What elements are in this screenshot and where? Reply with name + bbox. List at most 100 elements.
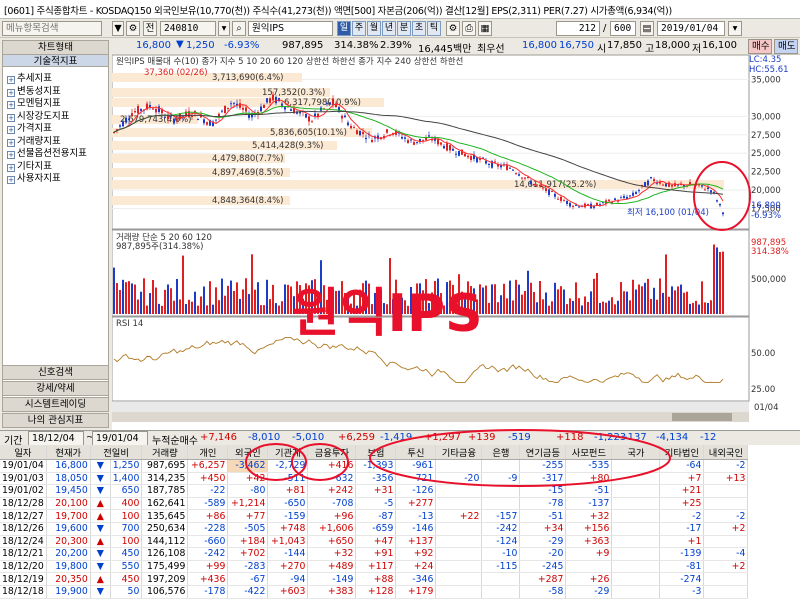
settings-gear-icon[interactable]: ⚙ <box>126 21 140 36</box>
table-cell: -115 <box>481 560 521 574</box>
column-header[interactable]: 전일비 <box>90 445 143 460</box>
stock-name: 원익IPS <box>248 21 333 36</box>
turnover-rate: 2.39% <box>380 40 412 51</box>
table-cell: 162,641 <box>141 497 189 511</box>
tab-5[interactable]: 초 <box>412 21 426 36</box>
code-dropdown-icon[interactable]: ▾ <box>218 21 230 36</box>
chart-gear-icon[interactable]: ⚙ <box>446 21 460 36</box>
column-header[interactable]: 은행 <box>481 445 521 460</box>
sell-button[interactable]: 매도 <box>774 39 798 54</box>
volume-bar <box>209 281 211 314</box>
table-cell: -2 <box>659 509 705 523</box>
candle-body <box>134 111 136 113</box>
table-cell: +650 <box>307 535 357 549</box>
candle-body <box>329 102 331 105</box>
tab-2[interactable]: 월 <box>367 21 381 36</box>
stock-code-input[interactable] <box>160 21 216 36</box>
candle-body <box>359 130 361 136</box>
chart-settings-icon[interactable]: ▼ <box>112 21 124 36</box>
volume-bar <box>722 251 724 314</box>
my-indicator-button[interactable]: 나의 관심지표 <box>2 413 109 428</box>
stock-chart[interactable]: 3,713,690(6.4%) 157,352(0.3%) 6,317,798(10… <box>111 54 800 430</box>
table-row[interactable]: 18/12/20 19,800 ▼ 550 175,499 +99 -283 +270 +489… <box>0 560 749 574</box>
table-cell: -20 <box>519 547 567 561</box>
column-header[interactable]: 금융투자 <box>307 445 357 460</box>
chart-type-button[interactable]: 차트형태 <box>2 40 109 55</box>
table-cell: -511 <box>267 472 309 486</box>
volume-bar <box>239 298 241 314</box>
tab-4[interactable]: 분 <box>397 21 411 36</box>
system-trading-button[interactable]: 시스템트레이딩 <box>2 397 109 412</box>
table-row[interactable]: 19/01/03 18,050 ▼ 1,400 314,235 +450 +42 -511 -6… <box>0 472 749 486</box>
date-calendar-icon[interactable]: ▾ <box>728 21 742 36</box>
table-cell: +270 <box>267 560 309 574</box>
tab-3[interactable]: 년 <box>382 21 396 36</box>
calendar-icon[interactable]: ▤ <box>640 21 654 36</box>
table-row[interactable]: 19/01/02 19,450 ▼ 650 187,785 -22 -80 +81 +242 +3… <box>0 484 749 498</box>
tab-0[interactable]: 일 <box>337 21 351 36</box>
volume-profile-label: 4,479,880(7.7%) <box>212 154 284 164</box>
table-row[interactable]: 18/12/24 20,300 ▲ 100 144,112 -660 +184 +1,043 +… <box>0 535 749 549</box>
table-cell: 19/01/02 <box>0 484 47 498</box>
column-header[interactable]: 일자 <box>0 445 47 460</box>
column-header[interactable]: 사모펀드 <box>565 445 613 460</box>
table-cell: 18,050 <box>46 472 91 486</box>
print-icon[interactable]: ⎙ <box>462 21 476 36</box>
candle-body <box>233 102 235 104</box>
column-header[interactable]: 외국인 <box>227 445 269 460</box>
table-row[interactable]: 18/12/28 20,100 ▲ 400 162,641 -589 +1,214 -650-… <box>0 497 749 511</box>
candle-body <box>542 187 544 189</box>
table-row[interactable]: 18/12/18 19,900 ▼ 50 106,576 -178 -422 +603 +383… <box>0 585 749 599</box>
from-date-input[interactable]: 18/12/04 <box>28 431 84 446</box>
volume-profile-label: 157,352(0.3%) <box>262 88 325 98</box>
column-header[interactable]: 기관계 <box>267 445 309 460</box>
column-header[interactable]: 기타법인 <box>659 445 705 460</box>
column-header[interactable]: 투신 <box>395 445 437 460</box>
table-row[interactable]: 19/01/04 16,800 ▼ 1,250 987,695 +6,257 -3,462-… <box>0 459 749 473</box>
volume-bar <box>518 284 520 314</box>
table-row[interactable]: 18/12/26 19,600 ▼ 700 250,634 -228 -505 +748 +1,… <box>0 522 749 536</box>
candle-body <box>164 116 166 118</box>
bid-price: 16,750 <box>559 40 594 51</box>
menu-search-input[interactable] <box>2 21 102 36</box>
candle-body <box>554 193 556 197</box>
strength-button[interactable]: 강세/약세 <box>2 381 109 396</box>
search-icon[interactable]: ⌕ <box>232 21 246 36</box>
buy-button[interactable]: 매수 <box>748 39 772 54</box>
column-header[interactable]: 현재가 <box>46 445 91 460</box>
scrollbar-thumb[interactable] <box>672 413 732 421</box>
expand-icon[interactable]: + <box>7 176 15 184</box>
price-tick: 27,500 <box>751 131 781 141</box>
layout-icon[interactable]: ▦ <box>478 21 492 36</box>
column-header[interactable]: 연기금등 <box>519 445 567 460</box>
column-header[interactable]: 개인 <box>187 445 229 460</box>
column-header[interactable]: 내외국인 <box>703 445 749 460</box>
signal-search-button[interactable]: 신호검색 <box>2 365 109 380</box>
period-select[interactable]: 전 <box>143 21 157 36</box>
count-separator: / <box>603 23 607 34</box>
volume-bar <box>524 290 526 314</box>
column-header[interactable]: 거래량 <box>141 445 189 460</box>
table-row[interactable]: 18/12/21 20,200 ▼ 450 126,108 -242 +702 -144 +32… <box>0 547 749 561</box>
volume-bar <box>485 285 487 314</box>
volume-bar <box>560 286 562 314</box>
column-header[interactable]: 국가 <box>611 445 661 460</box>
scrollbar[interactable] <box>112 412 749 422</box>
indicator-group-8[interactable]: + 사용자지표 <box>7 170 61 184</box>
table-cell: +81 <box>267 484 309 498</box>
column-header[interactable]: 보험 <box>355 445 397 460</box>
to-date-input[interactable]: 19/01/04 <box>92 431 148 446</box>
volume-bar <box>500 295 502 314</box>
candle-body <box>416 142 418 144</box>
date-input[interactable]: 2019/01/04 <box>657 21 725 36</box>
tab-6[interactable]: 틱 <box>427 21 441 36</box>
volume-profile-label: 14,611,917(25.2%) <box>514 180 596 190</box>
table-cell: 700 <box>110 522 143 536</box>
table-row[interactable]: 18/12/19 20,350 ▲ 450 197,209 +436 -67 -94 -149 +… <box>0 572 749 586</box>
tab-1[interactable]: 주 <box>352 21 366 36</box>
candle-body <box>545 188 547 192</box>
column-header[interactable]: 기타금융 <box>435 445 483 460</box>
table-cell: ▲ <box>90 497 111 511</box>
volume-bar <box>575 282 577 314</box>
table-row[interactable]: 18/12/27 19,700 ▲ 100 135,645 +86 +77 -159 +96 -8… <box>0 509 749 523</box>
